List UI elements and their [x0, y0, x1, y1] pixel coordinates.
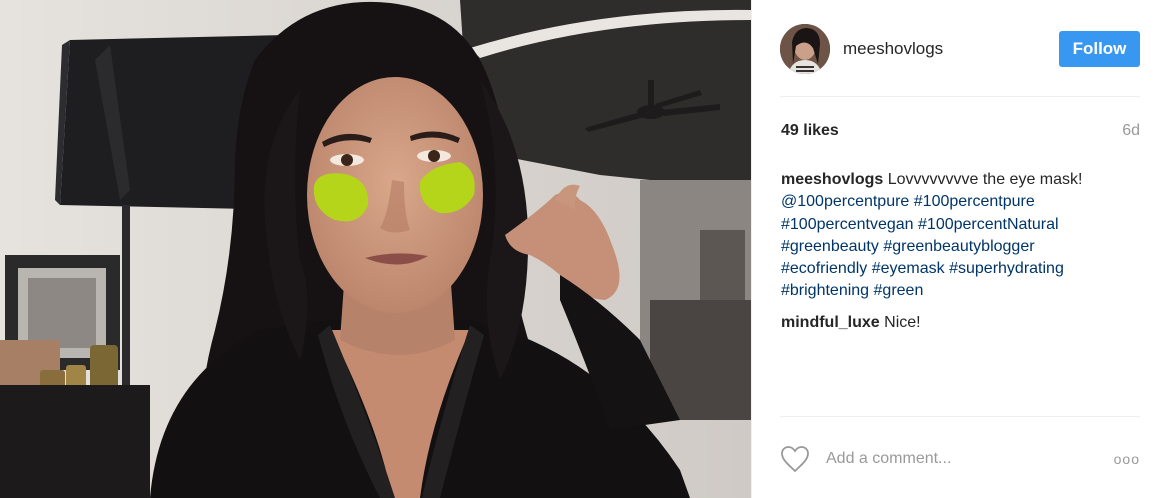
hashtag-link[interactable]: #ecofriendly	[781, 260, 867, 277]
follow-button[interactable]: Follow	[1059, 30, 1140, 67]
post-footer: ooo	[780, 441, 1140, 477]
post-header: meeshovlogs Follow	[752, 0, 1164, 97]
likes-row: 49 likes 6d	[781, 122, 1140, 140]
hashtag-link[interactable]: #green	[874, 282, 924, 299]
header-divider	[780, 96, 1140, 97]
likes-count[interactable]: 49 likes	[781, 122, 839, 140]
hashtag-link[interactable]: #100percentpure	[914, 193, 1035, 210]
caption: meeshovlogs Lovvvvvvvve the eye mask! @1…	[781, 169, 1140, 303]
heart-icon[interactable]	[780, 445, 810, 473]
instagram-post: meeshovlogs Follow 49 likes 6d meeshovlo…	[0, 0, 1164, 498]
post-photo[interactable]	[0, 0, 751, 498]
comment-text: Nice!	[884, 313, 921, 331]
author-username[interactable]: meeshovlogs	[843, 39, 1059, 59]
hashtag-link[interactable]: #100percentNatural	[918, 216, 1059, 233]
comment-item: mindful_luxe Nice!	[781, 312, 1140, 334]
add-comment-input[interactable]	[824, 449, 1114, 469]
hashtag-link[interactable]: #greenbeautyblogger	[883, 238, 1034, 255]
caption-text: Lovvvvvvvve the eye mask!	[887, 171, 1083, 188]
hashtag-link[interactable]: #greenbeauty	[781, 238, 879, 255]
hashtag-link[interactable]: #brightening	[781, 282, 869, 299]
avatar-image	[780, 23, 830, 74]
comment-username[interactable]: mindful_luxe	[781, 314, 880, 331]
post-image	[0, 0, 751, 498]
avatar[interactable]	[780, 23, 830, 74]
mention-link[interactable]: @100percentpure	[781, 193, 909, 210]
hashtag-link[interactable]: #superhydrating	[949, 260, 1064, 277]
footer-divider	[780, 416, 1140, 417]
hashtag-link[interactable]: #eyemask	[872, 260, 945, 277]
post-sidebar: meeshovlogs Follow 49 likes 6d meeshovlo…	[751, 0, 1164, 498]
comments-list: meeshovlogs Lovvvvvvvve the eye mask! @1…	[781, 169, 1140, 343]
post-age[interactable]: 6d	[1122, 122, 1140, 140]
more-options-icon[interactable]: ooo	[1114, 451, 1140, 467]
caption-username[interactable]: meeshovlogs	[781, 171, 883, 188]
hashtag-link[interactable]: #100percentvegan	[781, 216, 914, 233]
